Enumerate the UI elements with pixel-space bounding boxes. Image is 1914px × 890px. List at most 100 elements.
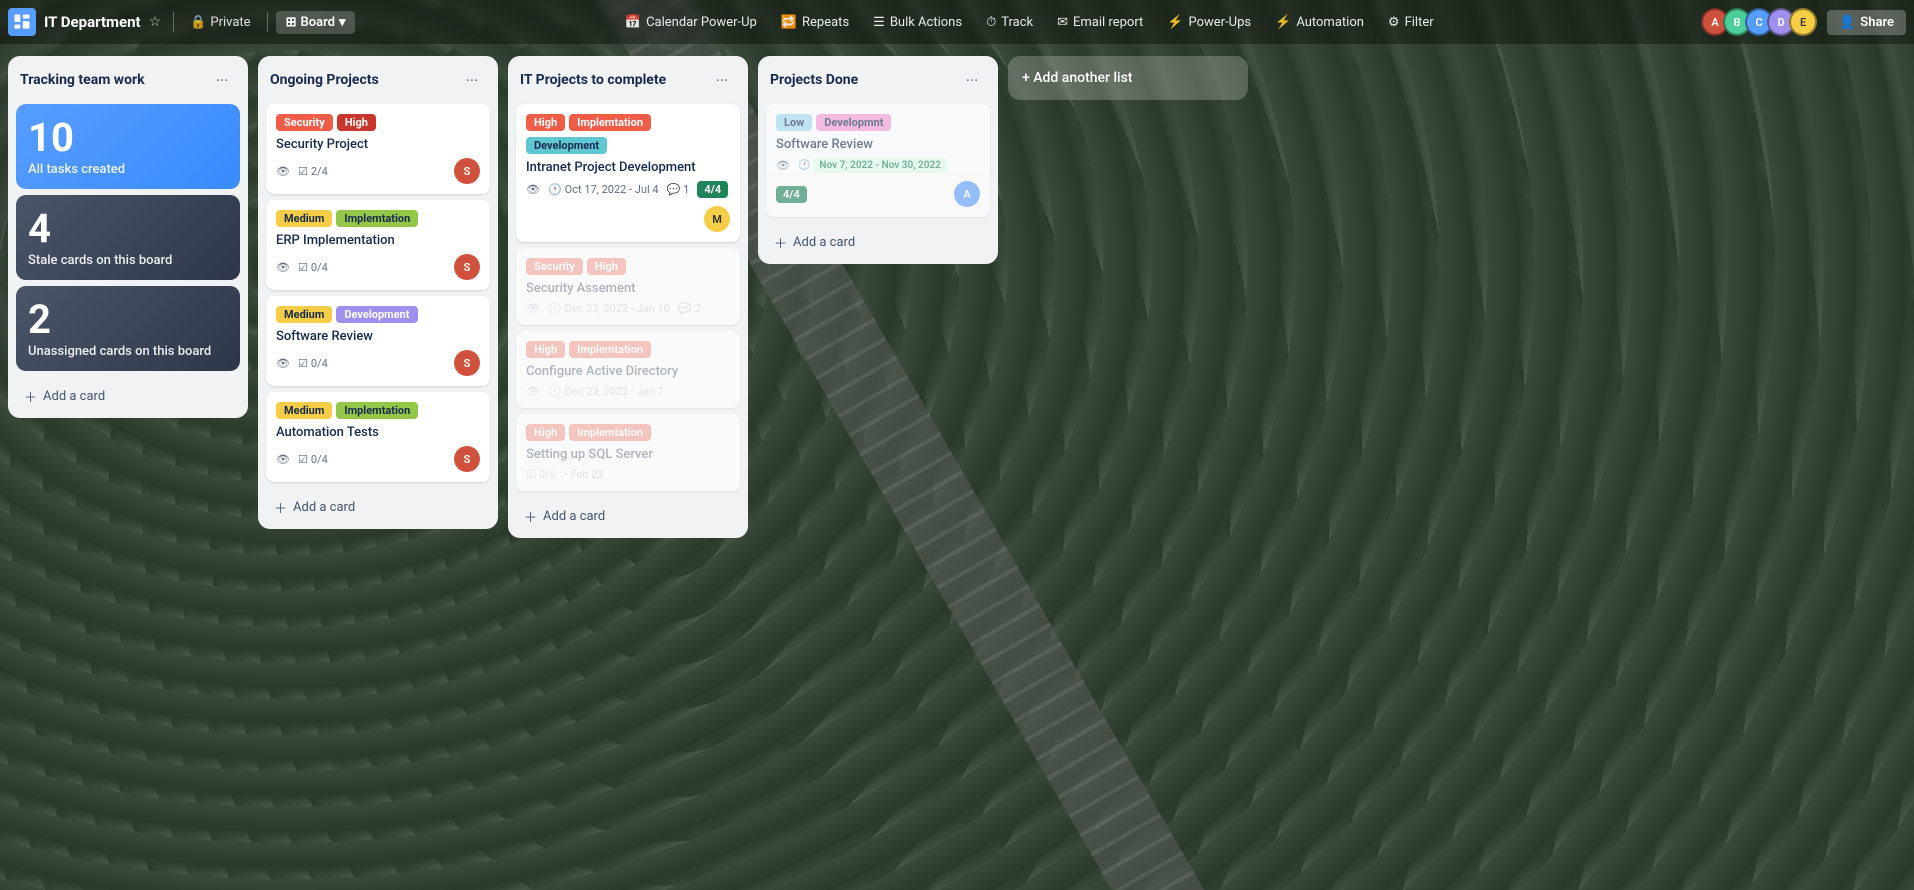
list-done-menu[interactable]: ···: [958, 66, 986, 94]
avatar-group[interactable]: A B C D E: [1707, 8, 1817, 36]
track-btn[interactable]: ⏱ Track: [976, 10, 1043, 35]
add-card-done-label: Add a card: [793, 235, 855, 250]
clock-icon-ad: 🕐: [548, 385, 562, 398]
calendar-powerup-btn[interactable]: 📅 Calendar Power-Up: [615, 10, 767, 35]
divider-1: [173, 12, 174, 32]
list-ongoing: Ongoing Projects ··· Security High Secur…: [258, 56, 498, 529]
stat-card-stale[interactable]: 4 Stale cards on this board: [16, 195, 240, 280]
bulk-actions-btn[interactable]: ☰ Bulk Actions: [863, 10, 972, 35]
add-card-ongoing[interactable]: ＋ Add a card: [266, 492, 490, 523]
card-security-labels: Security High: [276, 114, 480, 131]
label-impl-intranet: Implemtation: [569, 114, 651, 131]
filter-label: Filter: [1405, 15, 1434, 30]
chevron-down-icon: ▾: [339, 15, 346, 30]
card-auto-title: Automation Tests: [276, 425, 480, 440]
automation-icon: ⚡: [1275, 15, 1291, 30]
list-tracking-title: Tracking team work: [20, 72, 208, 88]
board-view-btn[interactable]: ⊞ Board ▾: [276, 11, 356, 34]
label-impl-sql: Implemtation: [569, 424, 651, 441]
share-button[interactable]: 👤 Share: [1827, 10, 1906, 35]
label-impl-erp: Implemtation: [336, 210, 418, 227]
card-sql-server[interactable]: High Implemtation Setting up SQL Server …: [516, 414, 740, 491]
add-card-it[interactable]: ＋ Add a card: [516, 501, 740, 532]
avatar-erp: S: [454, 254, 480, 280]
date-ad-text: Dec 23, 2022 - Jan 7: [565, 385, 664, 398]
plus-icon: ＋: [24, 387, 37, 406]
date-intranet-text: Oct 17, 2022 - Jul 4: [565, 183, 659, 196]
card-sql-title: Setting up SQL Server: [526, 447, 730, 462]
card-erp[interactable]: Medium Implemtation ERP Implementation 👁…: [266, 200, 490, 290]
card-sw-review-done[interactable]: Low Developmnt Software Review 👁 🕐 Nov 7…: [766, 104, 990, 217]
card-security-meta: 👁 ☑ 2/4 S: [276, 158, 480, 184]
checklist-icon-auto: ☑: [298, 453, 308, 466]
card-ad-meta: 👁 🕐 Dec 23, 2022 - Jan 7: [526, 385, 730, 398]
list-ongoing-footer: ＋ Add a card: [258, 486, 498, 529]
add-card-label: Add a card: [43, 389, 105, 404]
comment-sa: 💬 2: [678, 302, 701, 315]
card-active-directory[interactable]: High Implemtation Configure Active Direc…: [516, 331, 740, 408]
add-another-list-btn[interactable]: + Add another list: [1008, 56, 1248, 100]
list-it-menu[interactable]: ···: [708, 66, 736, 94]
add-card-ongoing-label: Add a card: [293, 500, 355, 515]
nav-right: A B C D E 👤 Share: [1703, 8, 1906, 36]
label-impl-ad: Implemtation: [569, 341, 651, 358]
private-badge[interactable]: 🔒 Private: [182, 11, 258, 34]
checklist-done-intranet: 4/4: [697, 181, 728, 198]
date-sql-text: Feb 23: [571, 468, 604, 481]
automation-btn[interactable]: ⚡ Automation: [1265, 10, 1374, 35]
list-tracking: Tracking team work ··· 10 All tasks crea…: [8, 56, 248, 418]
label-dev-done: Developmnt: [816, 114, 891, 131]
board-title: IT Department: [44, 13, 141, 31]
power-ups-btn[interactable]: ⚡ Power-Ups: [1157, 10, 1261, 35]
repeats-label: Repeats: [802, 15, 849, 30]
checklist-erp: ☑ 0/4: [298, 261, 328, 274]
stat-unassigned-number: 2: [28, 300, 228, 340]
calendar-label: Calendar Power-Up: [646, 15, 757, 30]
list-ongoing-cards: Security High Security Project 👁 ☑ 2/4 S…: [258, 100, 498, 486]
list-it-cards: High Implemtation Development Intranet P…: [508, 100, 748, 495]
card-intranet-meta: 👁 🕐 Oct 17, 2022 - Jul 4 💬 1 4/4 M: [526, 181, 730, 232]
clock-icon-intranet: 🕐: [548, 183, 562, 196]
card-software-review[interactable]: Medium Development Software Review 👁 ☑ 0…: [266, 296, 490, 386]
lock-icon: 🔒: [190, 15, 206, 30]
comment-intranet: 💬 1: [667, 183, 690, 196]
checklist-count-security: 2/4: [311, 165, 328, 178]
card-security-title: Security Project: [276, 137, 480, 152]
watch-icon-ad: 👁: [526, 385, 540, 398]
list-ongoing-title: Ongoing Projects: [270, 72, 458, 88]
email-icon: ✉: [1057, 15, 1068, 30]
power-ups-label: Power-Ups: [1188, 15, 1251, 30]
card-ad-title: Configure Active Directory: [526, 364, 730, 379]
app-logo[interactable]: [8, 8, 36, 36]
add-card-done[interactable]: ＋ Add a card: [766, 227, 990, 258]
repeats-btn[interactable]: 🔁 Repeats: [771, 10, 859, 35]
checklist-count-auto: 0/4: [311, 453, 328, 466]
star-icon[interactable]: ☆: [145, 10, 166, 34]
checklist-icon-erp: ☑: [298, 261, 308, 274]
watch-icon-auto: 👁: [276, 453, 290, 466]
email-report-label: Email report: [1073, 15, 1143, 30]
list-it-footer: ＋ Add a card: [508, 495, 748, 538]
watch-icon-sa: 👁: [526, 302, 540, 315]
add-card-tracking[interactable]: ＋ Add a card: [16, 381, 240, 412]
date-done: 🕐 Nov 7, 2022 - Nov 30, 2022: [798, 158, 947, 173]
card-security-project[interactable]: Security High Security Project 👁 ☑ 2/4 S: [266, 104, 490, 194]
card-security-assement[interactable]: Security High Security Assement 👁 🕐 Dec …: [516, 248, 740, 325]
checklist-icon-sw: ☑: [298, 357, 308, 370]
stat-card-all-tasks[interactable]: 10 All tasks created: [16, 104, 240, 189]
filter-btn[interactable]: ⚙ Filter: [1378, 10, 1444, 35]
watch-icon-sw: 👁: [276, 357, 290, 370]
email-report-btn[interactable]: ✉ Email report: [1047, 10, 1153, 35]
card-erp-meta: 👁 ☑ 0/4 S: [276, 254, 480, 280]
stat-card-unassigned[interactable]: 2 Unassigned cards on this board: [16, 286, 240, 371]
board-area: Tracking team work ··· 10 All tasks crea…: [0, 44, 1914, 890]
stat-unassigned-label: Unassigned cards on this board: [28, 344, 228, 359]
list-tracking-menu[interactable]: ···: [208, 66, 236, 94]
list-ongoing-menu[interactable]: ···: [458, 66, 486, 94]
watch-icon-erp: 👁: [276, 261, 290, 274]
card-automation[interactable]: Medium Implemtation Automation Tests 👁 ☑…: [266, 392, 490, 482]
list-done-header: Projects Done ···: [758, 56, 998, 100]
avatar-5: E: [1789, 8, 1817, 36]
list-tracking-cards: 10 All tasks created 4 Stale cards on th…: [8, 100, 248, 375]
card-intranet[interactable]: High Implemtation Development Intranet P…: [516, 104, 740, 242]
